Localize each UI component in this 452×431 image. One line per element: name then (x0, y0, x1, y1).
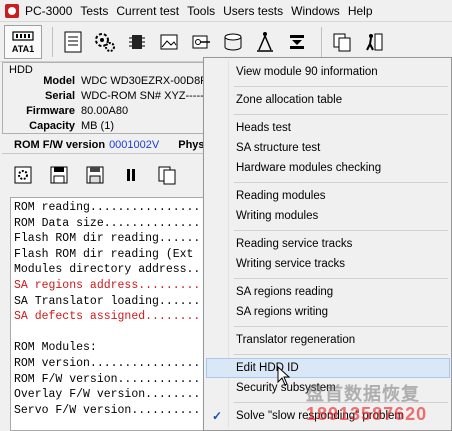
toolbar-separator (321, 26, 322, 57)
menu-item-edit-hdd-id[interactable]: Edit HDD ID (206, 358, 450, 378)
rom-fw-version: 0001002V (109, 139, 160, 151)
context-menu: View module 90 information Zone allocati… (203, 57, 452, 431)
menu-separator (234, 86, 448, 87)
image-icon (160, 34, 178, 49)
menu-item-heads-test[interactable]: Heads test (206, 118, 450, 138)
floppy-icon (86, 166, 104, 184)
menu-item-reading-modules[interactable]: Reading modules (206, 186, 450, 206)
menu-separator (234, 326, 448, 327)
menu-separator (234, 278, 448, 279)
menu-item-reading-service-tracks[interactable]: Reading service tracks (206, 234, 450, 254)
chip-icon (129, 34, 145, 49)
menu-item-writing-modules[interactable]: Writing modules (206, 206, 450, 226)
floppy-read-icon (50, 166, 68, 184)
disk-icon (224, 33, 242, 50)
menu-item-sa-regions-writing[interactable]: SA regions writing (206, 302, 450, 322)
firmware-value: 80.00A80 (81, 105, 129, 117)
port-icon (12, 31, 34, 41)
menu-pc3000[interactable]: PC-3000 (25, 4, 80, 18)
model-label: Model (43, 75, 75, 87)
stack-button[interactable] (283, 27, 311, 57)
chip-button[interactable] (123, 27, 151, 57)
serial-label: Serial (45, 90, 75, 102)
watermark-phone: 18913587620 (306, 404, 428, 424)
model-value: WDC WD30EZRX-00D8PI (81, 75, 211, 87)
menu-separator (234, 114, 448, 115)
copy-button[interactable] (328, 27, 356, 57)
serial-value: WDC-ROM SN# XYZ------ (81, 90, 208, 102)
image-button[interactable] (155, 27, 183, 57)
exit-icon (366, 33, 383, 50)
menu-item-hardware-modules-checking[interactable]: Hardware modules checking (206, 158, 450, 178)
app-icon (5, 3, 19, 18)
main-toolbar: ATA1 (0, 22, 452, 62)
settings-button[interactable] (91, 27, 119, 57)
rom-fw-label: ROM F/W version (14, 139, 106, 151)
menu-item-translator-regeneration[interactable]: Translator regeneration (206, 330, 450, 350)
compass-icon (257, 31, 273, 52)
rom-divider (2, 153, 228, 154)
menu-tools[interactable]: Tools (187, 4, 223, 18)
capacity-label: Capacity (29, 120, 75, 132)
menu-tests[interactable]: Tests (80, 4, 116, 18)
gears-icon (95, 32, 115, 52)
disk-button[interactable] (219, 27, 247, 57)
rom-read-button[interactable] (46, 160, 72, 190)
copy-icon (333, 33, 351, 51)
mouse-cursor-icon (277, 366, 291, 386)
menu-current-test[interactable]: Current test (116, 4, 187, 18)
pause-button[interactable] (118, 160, 144, 190)
menu-users-tests[interactable]: Users tests (223, 4, 291, 18)
log-button[interactable] (59, 27, 87, 57)
exit-button[interactable] (360, 27, 388, 57)
checkmark-icon: ✓ (212, 409, 223, 423)
document-icon (64, 31, 82, 52)
pause-icon (127, 169, 135, 181)
hdd-info-panel: HDD Model WDC WD30EZRX-00D8PI Serial WDC… (2, 62, 228, 134)
phys-tab[interactable]: Phys (178, 139, 204, 151)
stack-icon (290, 34, 304, 49)
hdd-serial-row: Serial WDC-ROM SN# XYZ------ (3, 90, 228, 104)
compass-button[interactable] (251, 27, 279, 57)
rom-copy-button[interactable] (154, 160, 180, 190)
capacity-value: MB (1) (81, 120, 114, 132)
key-button[interactable] (187, 27, 215, 57)
rom-toolbar (10, 160, 190, 190)
copy-icon (158, 166, 176, 185)
hdd-capacity-row: Capacity MB (1) (3, 120, 228, 134)
gear-icon (14, 166, 32, 184)
key-icon (192, 35, 210, 48)
menu-item-zone-allocation[interactable]: Zone allocation table (206, 90, 450, 110)
menu-item-view-module-90[interactable]: View module 90 information (206, 62, 450, 82)
toolbar-separator (52, 26, 53, 57)
menu-separator (234, 230, 448, 231)
ata-port-button[interactable]: ATA1 (4, 24, 42, 59)
ata-label: ATA1 (11, 44, 35, 54)
menu-bar: PC-3000 Tests Current test Tools Users t… (0, 0, 452, 22)
watermark: 盘首数据恢复 18913587620 (296, 380, 452, 428)
firmware-label: Firmware (26, 105, 75, 117)
menu-item-sa-regions-reading[interactable]: SA regions reading (206, 282, 450, 302)
rom-settings-button[interactable] (10, 160, 36, 190)
menu-item-sa-structure-test[interactable]: SA structure test (206, 138, 450, 158)
menu-item-writing-service-tracks[interactable]: Writing service tracks (206, 254, 450, 274)
menu-help[interactable]: Help (348, 4, 381, 18)
hdd-model-row: Model WDC WD30EZRX-00D8PI (3, 75, 228, 89)
menu-separator (234, 354, 448, 355)
watermark-text: 盘首数据恢复 (306, 384, 420, 404)
menu-separator (234, 182, 448, 183)
hdd-firmware-row: Firmware 80.00A80 (3, 105, 228, 119)
rom-header: ROM F/W version 0001002V Phys (2, 136, 228, 154)
rom-save-button[interactable] (82, 160, 108, 190)
menu-windows[interactable]: Windows (291, 4, 348, 18)
